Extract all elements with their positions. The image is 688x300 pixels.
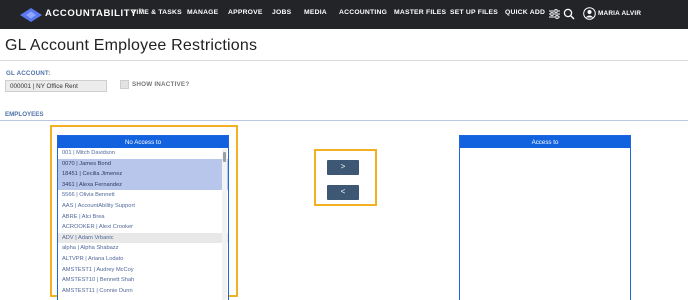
employee-list-item[interactable]: 18451 | Cecilia Jimenez (58, 169, 228, 180)
nav-set-up-files[interactable]: SET UP FILES (450, 9, 498, 16)
gl-account-label: GL ACCOUNT: (6, 70, 51, 77)
no-access-panel: No Access to 001 | Mitch Davidson 0070 | … (57, 135, 229, 300)
logo-mark-icon (20, 8, 42, 22)
employee-list-item[interactable]: 0070 | James Bond (58, 158, 228, 170)
nav-jobs[interactable]: JOBS (272, 9, 291, 16)
employees-divider (0, 120, 688, 121)
nav-quick-add[interactable]: QUICK ADD (505, 9, 545, 16)
access-header: Access to (460, 136, 630, 148)
top-nav-bar: ACCOUNTABILITY™ TIME & TASKS MANAGE APPR… (0, 0, 688, 29)
employee-list-item[interactable]: ADV | Adam Vrbanic (58, 232, 228, 244)
employee-list-item[interactable]: AMSTEST11 | Connie Dunn (58, 286, 228, 297)
nav-accounting[interactable]: ACCOUNTING (339, 9, 387, 16)
nav-manage[interactable]: MANAGE (187, 9, 218, 16)
no-access-scrollbar[interactable] (222, 149, 227, 300)
no-access-list[interactable]: 001 | Mitch Davidson 0070 | James Bond 184… (58, 148, 228, 296)
employee-list-item[interactable]: ALTVPR | Ariana Lodato (58, 254, 228, 265)
no-access-header: No Access to (58, 136, 228, 148)
employee-list-item[interactable]: 5566 | Olivia Bennett (58, 190, 228, 201)
show-inactive-checkbox[interactable] (120, 80, 129, 89)
logo-text: ACCOUNTABILITY™ (45, 8, 144, 19)
nav-media[interactable]: MEDIA (304, 9, 327, 16)
show-inactive-label[interactable]: SHOW INACTIVE? (132, 81, 189, 88)
nav-approve[interactable]: APPROVE (228, 9, 263, 16)
page-title: GL Account Employee Restrictions (5, 37, 258, 54)
employee-list-item[interactable]: AMSTEST1 | Audrey McCoy (58, 265, 228, 276)
employee-list-item[interactable]: ACROOKER | Alexi Crooker (58, 222, 228, 233)
employee-list-item[interactable]: ABRE | Alci Brea (58, 212, 228, 223)
no-access-scroll-thumb[interactable] (223, 152, 226, 162)
employee-list-item[interactable]: 001 | Mitch Davidson (58, 148, 228, 159)
employee-list-item[interactable]: alpha | Alpha Shabazz (58, 243, 228, 254)
search-icon[interactable] (563, 8, 575, 20)
user-icon[interactable] (583, 7, 596, 20)
employees-section-label: EMPLOYEES (5, 111, 44, 118)
title-divider (0, 60, 688, 61)
access-panel: Access to (459, 135, 631, 300)
gl-account-select[interactable]: 000001 | NY Office Rent (5, 80, 107, 92)
move-right-button[interactable]: > (327, 160, 359, 175)
employee-list-item[interactable]: 3461 | Alexa Fernandez (58, 179, 228, 191)
username-label[interactable]: MARIA ALVIR (598, 10, 641, 17)
employee-list-item[interactable]: AAS | AccountAbility Support (58, 201, 228, 212)
nav-master-files[interactable]: MASTER FILES (394, 9, 446, 16)
move-left-button[interactable]: < (327, 185, 359, 200)
app-logo[interactable]: ACCOUNTABILITY™ (20, 7, 143, 23)
nav-time-tasks[interactable]: TIME & TASKS (132, 9, 182, 16)
sliders-icon[interactable] (549, 8, 560, 20)
employee-list-item[interactable]: AMSTEST10 | Bennett Shah (58, 275, 228, 286)
